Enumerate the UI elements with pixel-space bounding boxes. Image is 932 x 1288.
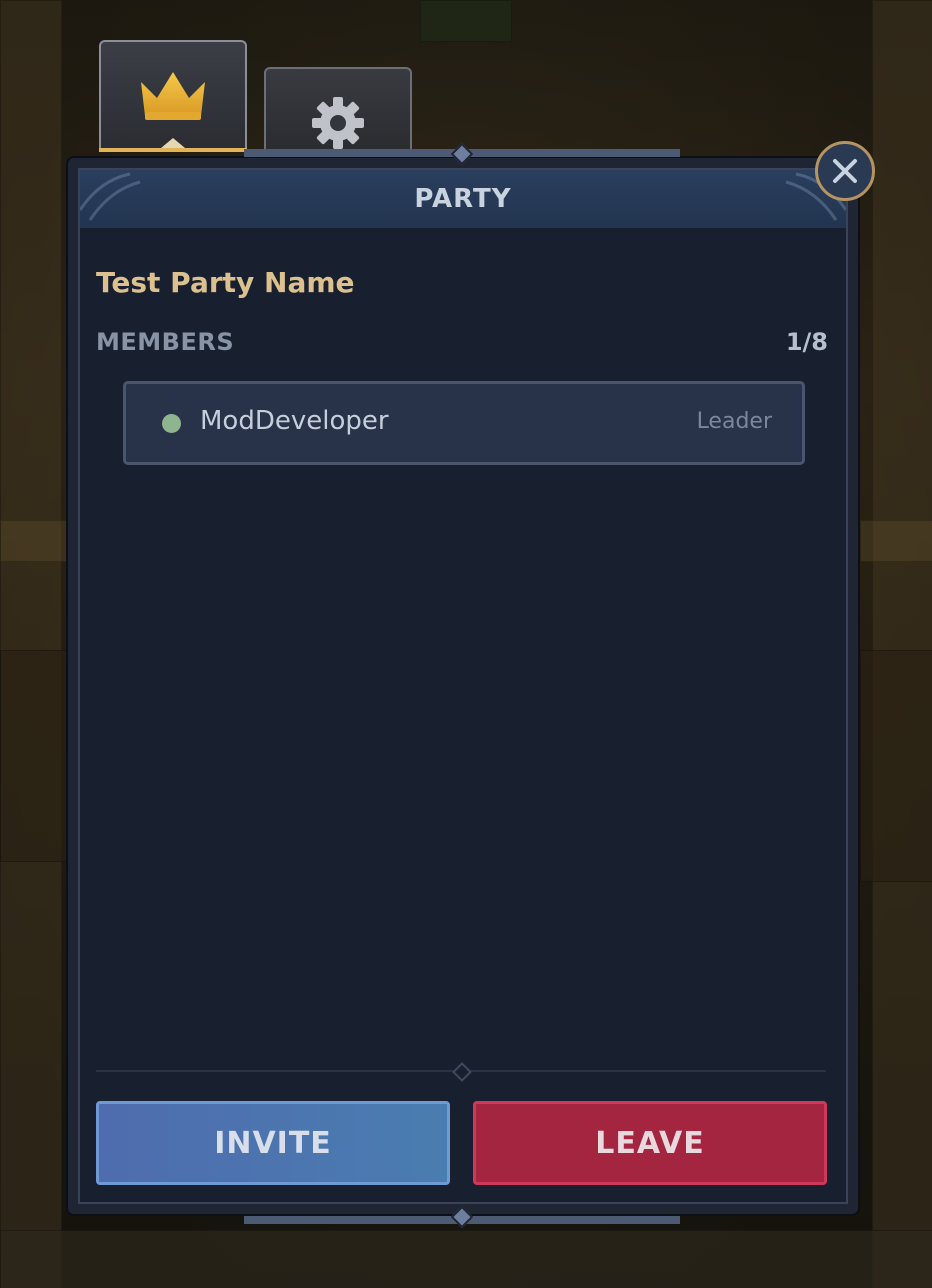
close-icon [833, 159, 857, 183]
invite-button[interactable]: INVITE [96, 1101, 450, 1185]
header-ornament-left [80, 172, 141, 221]
members-count: 1/8 [785, 328, 828, 356]
member-row[interactable]: ModDeveloper Leader [123, 381, 805, 465]
members-label: MEMBERS [96, 328, 235, 356]
tab-settings[interactable] [264, 67, 412, 149]
panel-title: PARTY [414, 184, 512, 214]
panel-header: PARTY [80, 170, 846, 228]
leave-button[interactable]: LEAVE [473, 1101, 827, 1185]
tab-party[interactable] [99, 40, 247, 152]
member-role: Leader [696, 409, 772, 434]
online-status-icon [162, 414, 181, 433]
crown-icon [101, 66, 245, 124]
active-tab-indicator [161, 138, 185, 148]
party-name: Test Party Name [96, 266, 355, 299]
close-button[interactable] [815, 141, 875, 201]
member-name: ModDeveloper [200, 406, 389, 436]
gear-icon [266, 93, 410, 153]
party-panel [78, 168, 848, 1204]
